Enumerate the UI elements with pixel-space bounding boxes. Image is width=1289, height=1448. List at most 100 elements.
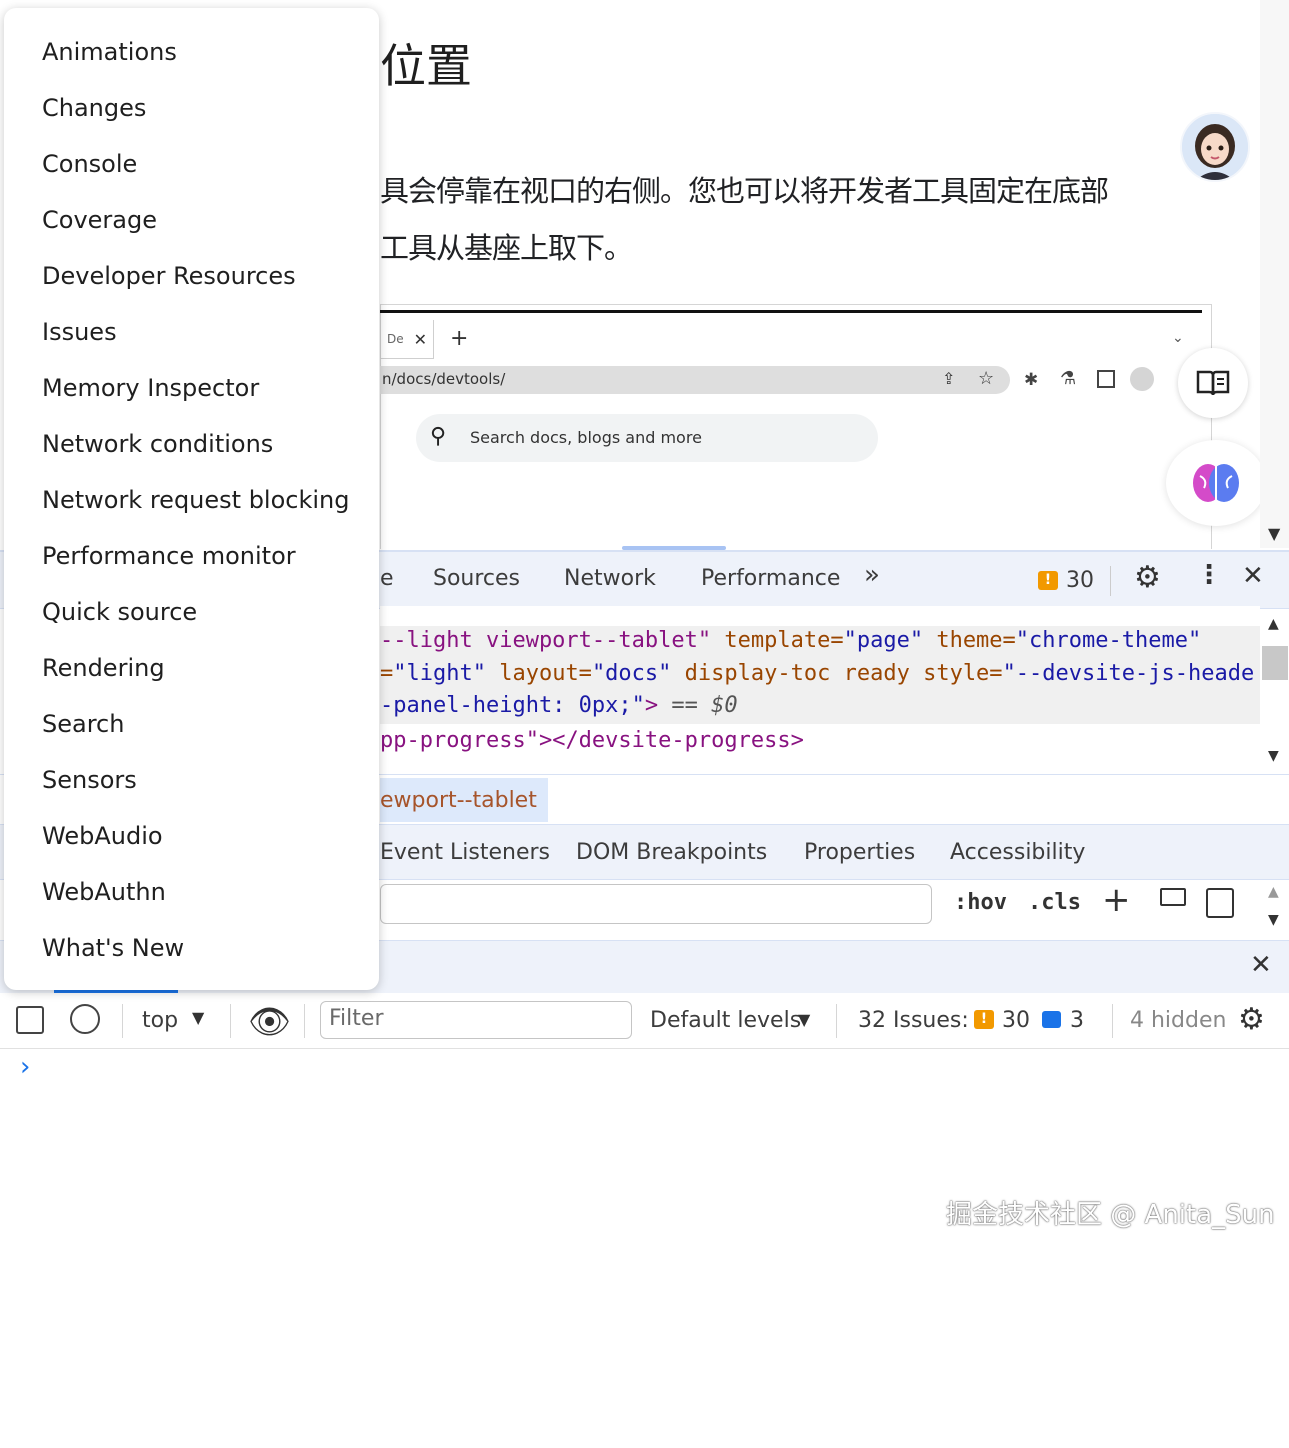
screenshot-tab-label: De bbox=[386, 332, 404, 346]
code-token: theme= bbox=[923, 628, 1016, 653]
code-token: "--devsite-js-heade bbox=[1002, 661, 1255, 686]
close-devtools-icon[interactable]: ✕ bbox=[1242, 561, 1264, 591]
scroll-down-arrow-icon[interactable]: ▼ bbox=[1268, 748, 1279, 764]
menu-item-whats-new[interactable]: What's New bbox=[42, 934, 184, 962]
screenshot-browser-tab: De ✕ bbox=[380, 320, 434, 359]
tab-sources[interactable]: Sources bbox=[433, 566, 520, 591]
eye-icon[interactable]: 👁 bbox=[248, 1002, 291, 1042]
breadcrumb-item[interactable]: ewport--tablet bbox=[380, 778, 548, 822]
tab-properties[interactable]: Properties bbox=[804, 840, 915, 865]
code-token: "chrome-theme" bbox=[1015, 628, 1202, 653]
menu-item-sensors[interactable]: Sensors bbox=[42, 766, 137, 794]
flask-icon: ⚗ bbox=[1060, 368, 1077, 389]
resize-handle[interactable] bbox=[622, 546, 726, 550]
star-icon: ☆ bbox=[978, 368, 995, 389]
menu-item-performance-monitor[interactable]: Performance monitor bbox=[42, 542, 296, 570]
code-token: "docs" bbox=[591, 661, 672, 686]
console-filter-input[interactable]: Filter bbox=[320, 1001, 632, 1039]
screenshot-url-text: n/docs/devtools/ bbox=[382, 370, 506, 388]
scroll-down-arrow-icon[interactable]: ▼ bbox=[1268, 524, 1280, 543]
menu-item-issues[interactable]: Issues bbox=[42, 318, 117, 346]
info-message-icon bbox=[1042, 1011, 1061, 1028]
paint-brush-icon[interactable] bbox=[1160, 888, 1186, 906]
menu-item-network-request-blocking[interactable]: Network request blocking bbox=[42, 486, 350, 514]
warning-icon: ! bbox=[1038, 571, 1058, 590]
toolbar-separator bbox=[122, 1004, 123, 1038]
code-token: "page" bbox=[843, 628, 924, 653]
code-token: "></devsite-progress> bbox=[525, 728, 804, 753]
code-token: == $0 bbox=[658, 693, 738, 718]
menu-item-animations[interactable]: Animations bbox=[42, 38, 177, 66]
screenshot-url-bar: n/docs/devtools/ ⇪ ☆ bbox=[380, 366, 1010, 394]
watermark: 掘金技术社区 @ Anita_Sun bbox=[946, 1200, 1275, 1230]
scroll-up-arrow-icon[interactable]: ▲ bbox=[1268, 616, 1279, 632]
new-style-rule-plus-icon[interactable]: + bbox=[1102, 880, 1131, 920]
tab-performance[interactable]: Performance bbox=[701, 566, 840, 591]
menu-item-changes[interactable]: Changes bbox=[42, 94, 146, 122]
assistant-avatar[interactable] bbox=[1180, 112, 1250, 182]
tab-event-listeners[interactable]: Event Listeners bbox=[380, 840, 550, 865]
computed-sidebar-toggle-icon[interactable] bbox=[1206, 888, 1234, 918]
share-icon: ⇪ bbox=[942, 369, 956, 388]
toolbar-separator bbox=[836, 1004, 837, 1038]
code-token: -panel-height: 0px;" bbox=[380, 693, 645, 718]
settings-gear-icon[interactable]: ⚙ bbox=[1134, 560, 1161, 595]
menu-item-search[interactable]: Search bbox=[42, 710, 124, 738]
profile-icon bbox=[1130, 367, 1154, 391]
issues-count[interactable]: 30 bbox=[1066, 568, 1094, 593]
styles-filter-input[interactable] bbox=[380, 884, 932, 924]
log-levels-dropdown[interactable]: Default levels bbox=[650, 1008, 801, 1033]
more-options-icon[interactable]: ⋮ bbox=[1196, 560, 1222, 590]
tab-network[interactable]: Network bbox=[564, 566, 656, 591]
code-token: display-toc ready style= bbox=[671, 661, 1003, 686]
context-selector[interactable]: top bbox=[142, 1008, 178, 1033]
menu-item-webauthn[interactable]: WebAuthn bbox=[42, 878, 166, 906]
close-drawer-icon[interactable]: ✕ bbox=[1250, 950, 1272, 980]
toolbar-separator bbox=[230, 1004, 231, 1038]
issues-warning-count[interactable]: 30 bbox=[1002, 1008, 1030, 1033]
issues-info-count[interactable]: 3 bbox=[1070, 1008, 1084, 1033]
console-prompt-icon[interactable]: › bbox=[20, 1052, 30, 1082]
menu-item-webaudio[interactable]: WebAudio bbox=[42, 822, 163, 850]
breadcrumb-label: ewport--tablet bbox=[380, 788, 537, 813]
sidepanel-icon bbox=[1097, 370, 1115, 388]
code-token: > bbox=[644, 693, 659, 718]
extensions-icon: ✱ bbox=[1024, 370, 1039, 390]
tab-accessibility[interactable]: Accessibility bbox=[950, 840, 1085, 865]
menu-item-developer-resources[interactable]: Developer Resources bbox=[42, 262, 296, 290]
hov-toggle[interactable]: :hov bbox=[954, 890, 1007, 915]
menu-item-coverage[interactable]: Coverage bbox=[42, 206, 157, 234]
close-icon: ✕ bbox=[413, 329, 428, 349]
toolbar-separator bbox=[304, 1004, 305, 1038]
page-paragraph-line-2: 工具从基座上取下。 bbox=[380, 231, 633, 265]
tab-elements-partial[interactable]: e bbox=[380, 566, 394, 591]
clear-console-icon[interactable] bbox=[70, 1004, 100, 1034]
code-token: --light viewport--tablet" bbox=[380, 628, 712, 653]
menu-item-console[interactable]: Console bbox=[42, 150, 137, 178]
dropdown-arrow-icon[interactable]: ▼ bbox=[798, 1010, 810, 1029]
console-settings-gear-icon[interactable]: ⚙ bbox=[1238, 1002, 1265, 1037]
tab-dom-breakpoints[interactable]: DOM Breakpoints bbox=[576, 840, 767, 865]
menu-item-network-conditions[interactable]: Network conditions bbox=[42, 430, 273, 458]
code-scrollbar-thumb[interactable] bbox=[1262, 646, 1288, 680]
hidden-messages-count: 4 hidden bbox=[1130, 1008, 1227, 1033]
more-tabs-chevron-icon[interactable]: » bbox=[864, 560, 880, 590]
menu-item-quick-source[interactable]: Quick source bbox=[42, 598, 197, 626]
page-scrollbar[interactable] bbox=[1260, 0, 1289, 548]
cls-toggle[interactable]: .cls bbox=[1028, 890, 1081, 915]
ai-assistant-button[interactable] bbox=[1166, 440, 1266, 526]
screenshot-top-border bbox=[380, 310, 1202, 313]
toolbar-divider bbox=[1110, 566, 1111, 596]
issues-label[interactable]: 32 Issues: bbox=[858, 1008, 969, 1033]
scroll-down-arrow-icon[interactable]: ▼ bbox=[1268, 912, 1279, 928]
menu-item-memory-inspector[interactable]: Memory Inspector bbox=[42, 374, 259, 402]
menu-item-rendering[interactable]: Rendering bbox=[42, 654, 165, 682]
sidebar-toggle-icon[interactable] bbox=[16, 1006, 44, 1034]
reader-mode-button[interactable] bbox=[1178, 348, 1248, 418]
dropdown-arrow-icon[interactable]: ▼ bbox=[192, 1008, 204, 1027]
new-tab-plus-icon: + bbox=[450, 326, 469, 351]
scroll-up-arrow-icon[interactable]: ▲ bbox=[1268, 884, 1279, 900]
page-paragraph-line-1: 具会停靠在视口的右侧。您也可以将开发者工具固定在底部 bbox=[380, 174, 1109, 208]
code-token: "light" bbox=[393, 661, 486, 686]
code-token: = bbox=[380, 661, 394, 686]
